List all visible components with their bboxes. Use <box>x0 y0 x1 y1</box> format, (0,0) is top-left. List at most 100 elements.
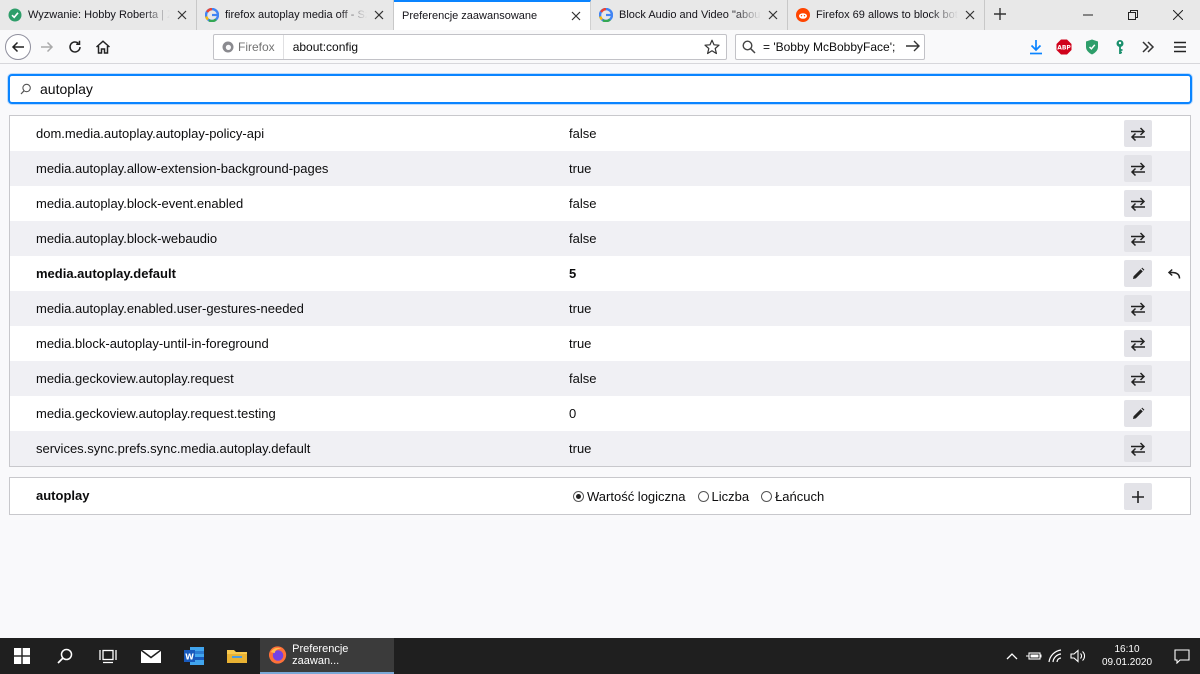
toggle-arrows-icon <box>1130 301 1146 316</box>
taskbar-firefox-window[interactable]: Preferencje zaawan... <box>260 638 394 674</box>
pref-row: media.autoplay.allow-extension-backgroun… <box>10 151 1190 186</box>
taskbar-clock[interactable]: 16:10 09.01.2020 <box>1096 643 1158 669</box>
close-window-button[interactable] <box>1155 0 1200 30</box>
radio-label: Łańcuch <box>775 488 825 504</box>
toggle-button[interactable] <box>1124 155 1152 182</box>
pref-value: false <box>569 231 597 246</box>
taskbar-search-button[interactable] <box>43 638 86 674</box>
tray-overflow-button[interactable] <box>1002 638 1022 674</box>
firefox-icon <box>222 41 234 53</box>
close-tab-icon[interactable] <box>568 8 584 24</box>
about-config-page: autoplay dom.media.autoplay.autoplay-pol… <box>0 65 1200 638</box>
task-view-button[interactable] <box>86 638 129 674</box>
taskbar-word-app[interactable]: W <box>172 638 215 674</box>
google-icon <box>205 8 219 22</box>
pref-row: media.block-autoplay-until-in-foreground… <box>10 326 1190 361</box>
pref-name: services.sync.prefs.sync.media.autoplay.… <box>36 441 311 456</box>
tray-volume[interactable] <box>1068 638 1088 674</box>
add-pref-row: autoplay Wartość logiczna Liczba Łańcuch <box>9 477 1191 515</box>
radio-boolean[interactable]: Wartość logiczna <box>573 489 686 504</box>
pref-name: media.block-autoplay-until-in-foreground <box>36 336 269 351</box>
tab-firefox-autoplay-search[interactable]: firefox autoplay media off - Szu <box>197 0 394 30</box>
radio-button[interactable] <box>761 490 773 502</box>
restore-icon <box>1127 10 1138 20</box>
overflow-menu-button[interactable] <box>1134 33 1162 61</box>
radio-button[interactable] <box>697 490 709 502</box>
toggle-button[interactable] <box>1124 295 1152 322</box>
wifi-icon <box>1048 649 1062 663</box>
search-bar[interactable]: = 'Bobby McBobbyFace'; <box>735 34 925 60</box>
radio-number[interactable]: Liczba <box>697 489 749 504</box>
bookmark-button[interactable] <box>700 35 724 59</box>
tab-block-audio-video[interactable]: Block Audio and Video "about: <box>591 0 788 30</box>
close-tab-icon[interactable] <box>962 7 978 23</box>
windows-taskbar: W Preferencje zaawan... 16:10 09.01.2020 <box>0 638 1200 674</box>
tray-wifi[interactable] <box>1046 638 1066 674</box>
forward-button[interactable] <box>33 33 61 61</box>
new-tab-button[interactable] <box>985 0 1015 30</box>
radio-button-checked[interactable] <box>573 490 584 502</box>
toggle-button[interactable] <box>1124 365 1152 392</box>
privacy-extension-button[interactable] <box>1078 33 1106 61</box>
pref-value: 5 <box>569 266 577 281</box>
firefox-icon <box>268 646 287 664</box>
taskbar-file-explorer[interactable] <box>215 638 258 674</box>
pencil-icon <box>1133 407 1145 419</box>
pref-name: media.geckoview.autoplay.request <box>36 371 234 386</box>
downloads-button[interactable] <box>1022 33 1050 61</box>
svg-text:ABP: ABP <box>1057 44 1071 51</box>
radio-string[interactable]: Łańcuch <box>761 489 824 504</box>
pref-value: true <box>569 336 592 351</box>
url-text[interactable]: about:config <box>284 40 700 54</box>
app-menu-button[interactable] <box>1166 33 1194 61</box>
close-tab-icon[interactable] <box>765 7 781 23</box>
toggle-button[interactable] <box>1124 225 1152 252</box>
tab-title: Block Audio and Video "about: <box>619 9 761 21</box>
restore-button[interactable] <box>1110 0 1155 30</box>
action-center-button[interactable] <box>1164 638 1200 674</box>
password-extension-button[interactable] <box>1106 33 1134 61</box>
tray-battery[interactable] <box>1024 638 1044 674</box>
toggle-button[interactable] <box>1124 435 1152 462</box>
toggle-arrows-icon <box>1130 371 1146 386</box>
arrow-left-icon <box>11 41 24 52</box>
edit-button[interactable] <box>1124 260 1152 287</box>
pref-name: dom.media.autoplay.autoplay-policy-api <box>36 126 265 141</box>
tab-hobby-roberta[interactable]: Wyzwanie: Hobby Roberta | Zaj <box>0 0 197 30</box>
toggle-button[interactable] <box>1124 330 1152 357</box>
pref-search-box[interactable]: autoplay <box>8 74 1192 104</box>
taskbar-mail-app[interactable] <box>129 638 172 674</box>
toggle-button[interactable] <box>1124 190 1152 217</box>
search-bar-text[interactable]: = 'Bobby McBobbyFace'; <box>756 40 905 54</box>
tab-preferencje-zaawansowane[interactable]: Preferencje zaawansowane <box>394 0 591 30</box>
pref-name: media.geckoview.autoplay.request.testing <box>36 406 276 421</box>
url-bar[interactable]: Firefox about:config <box>213 34 727 60</box>
search-icon <box>56 648 72 664</box>
start-button[interactable] <box>0 638 43 674</box>
reset-button[interactable] <box>1162 260 1186 287</box>
speaker-icon <box>1070 649 1085 663</box>
plus-icon <box>993 7 1007 24</box>
pref-type-radio-group: Wartość logiczna Liczba Łańcuch <box>573 478 836 514</box>
pref-value: true <box>569 301 592 316</box>
add-pref-button[interactable] <box>1124 483 1152 510</box>
pref-search-input[interactable]: autoplay <box>36 81 93 97</box>
close-tab-icon[interactable] <box>371 7 387 23</box>
tab-title: Wyzwanie: Hobby Roberta | Zaj <box>28 9 170 21</box>
reddit-icon <box>796 8 810 22</box>
close-tab-icon[interactable] <box>174 7 190 23</box>
back-button[interactable] <box>5 33 31 60</box>
tab-firefox-69-block[interactable]: Firefox 69 allows to block both <box>788 0 985 30</box>
reload-button[interactable] <box>61 33 89 61</box>
minimize-button[interactable] <box>1065 0 1110 30</box>
task-view-icon <box>98 649 117 664</box>
toggle-button[interactable] <box>1124 120 1152 147</box>
nav-bar: Firefox about:config = 'Bobby McBobbyFac… <box>0 30 1200 64</box>
new-pref-name: autoplay <box>36 488 90 503</box>
search-go-icon[interactable] <box>905 39 921 56</box>
pref-row: media.autoplay.enabled.user-gestures-nee… <box>10 291 1190 326</box>
home-button[interactable] <box>89 33 117 61</box>
identity-box[interactable]: Firefox <box>214 35 284 59</box>
edit-button[interactable] <box>1124 400 1152 427</box>
adblock-plus-button[interactable]: ABP <box>1050 33 1078 61</box>
